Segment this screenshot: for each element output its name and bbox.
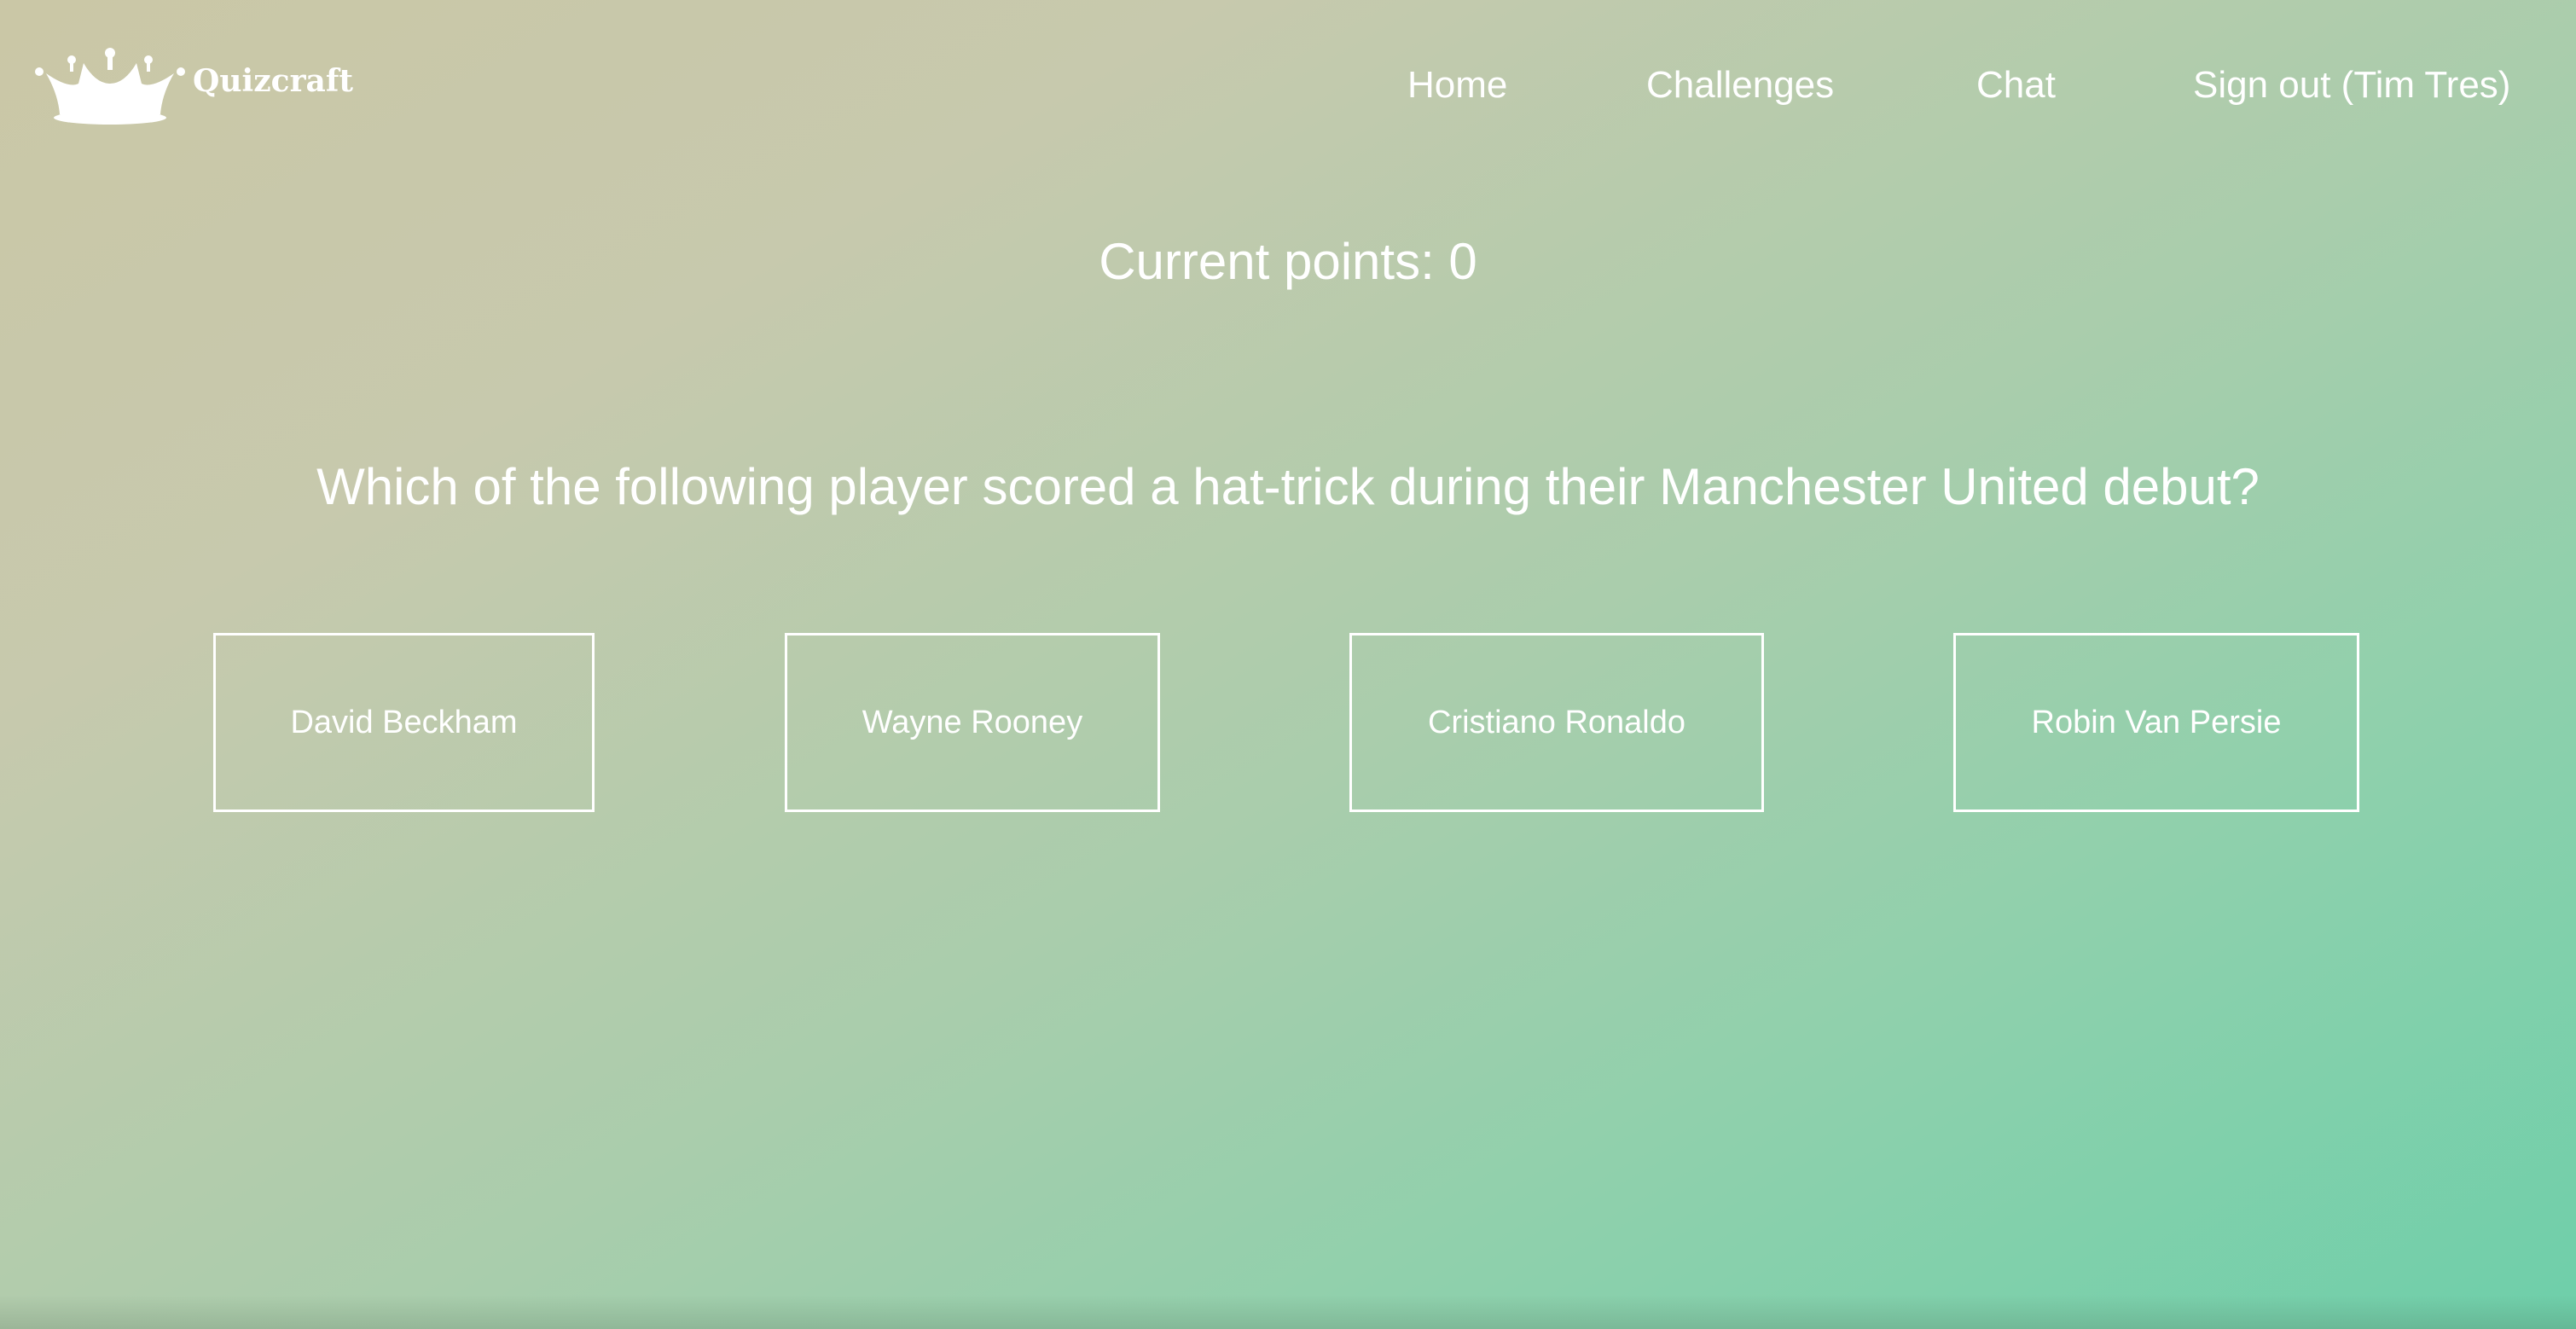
current-points: Current points: 0	[1099, 233, 1477, 290]
nav-challenges-link[interactable]: Challenges	[1646, 64, 1834, 107]
answer-label: Wayne Rooney	[862, 704, 1083, 740]
answer-label: Cristiano Ronaldo	[1427, 704, 1686, 740]
crown-icon	[35, 48, 185, 125]
answer-button-3[interactable]: Cristiano Ronaldo	[1349, 633, 1764, 812]
nav-chat-link[interactable]: Chat	[1976, 64, 2056, 107]
bottom-shadow	[0, 1295, 2576, 1329]
question-text: Which of the following player scored a h…	[316, 458, 2260, 515]
brand-name: Quizcraft	[193, 63, 353, 99]
answer-button-2[interactable]: Wayne Rooney	[785, 633, 1160, 812]
answer-label: Robin Van Persie	[2031, 704, 2282, 740]
answer-button-1[interactable]: David Beckham	[213, 633, 595, 812]
brand-logo[interactable]: Quizcraft	[34, 44, 353, 126]
answer-label: David Beckham	[290, 704, 518, 740]
answer-button-4[interactable]: Robin Van Persie	[1953, 633, 2359, 812]
nav-home-link[interactable]: Home	[1407, 64, 1507, 107]
top-navbar: Quizcraft Home Challenges Chat Sign out …	[0, 0, 2576, 171]
nav-signout-link[interactable]: Sign out (Tim Tres)	[2193, 64, 2510, 107]
